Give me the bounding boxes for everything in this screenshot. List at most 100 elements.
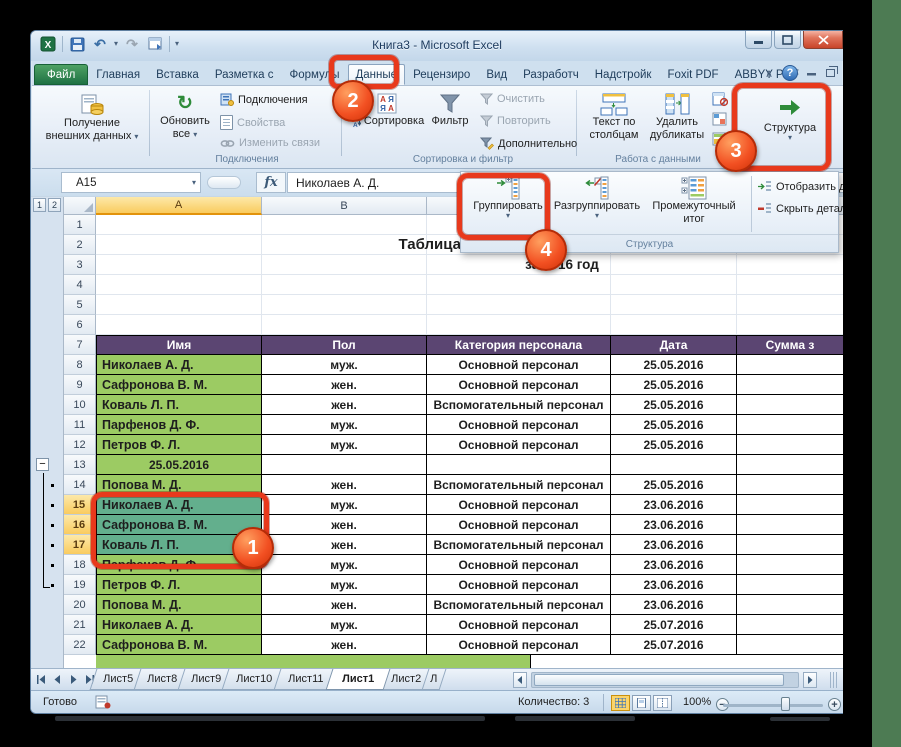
collapse-ribbon-icon[interactable]: ∧ — [765, 67, 773, 80]
cell-D9[interactable]: 25.05.2016 — [611, 375, 737, 395]
cell-B11[interactable]: муж. — [262, 415, 427, 435]
page-break-view-button[interactable] — [653, 695, 672, 711]
row-header-3[interactable]: 3 — [64, 255, 96, 275]
minimize-button[interactable] — [745, 31, 772, 49]
cell-B16[interactable]: жен. — [262, 515, 427, 535]
row-header-9[interactable]: 9 — [64, 375, 96, 395]
cell-C11[interactable]: Основной персонал — [427, 415, 611, 435]
row-header-10[interactable]: 10 — [64, 395, 96, 415]
cell-B15[interactable]: муж. — [262, 495, 427, 515]
cell-E11[interactable] — [737, 415, 843, 435]
table-header-Категория персонала[interactable]: Категория персонала — [427, 335, 611, 355]
row-header-14[interactable]: 14 — [64, 475, 96, 495]
cell-B20[interactable]: жен. — [262, 595, 427, 615]
cell-B22[interactable]: жен. — [262, 635, 427, 655]
column-header-A[interactable]: A — [96, 197, 262, 215]
cell-A11[interactable]: Парфенов Д. Ф. — [96, 415, 262, 435]
cell[interactable] — [427, 275, 611, 295]
row-header-5[interactable]: 5 — [64, 295, 96, 315]
tab-Разметка с[interactable]: Разметка с — [207, 64, 282, 85]
cell-D16[interactable]: 23.06.2016 — [611, 515, 737, 535]
cell-C12[interactable]: Основной персонал — [427, 435, 611, 455]
cell-A21[interactable]: Николаев А. Д. — [96, 615, 262, 635]
row-header-1[interactable]: 1 — [64, 215, 96, 235]
tab-Разработч[interactable]: Разработч — [515, 64, 587, 85]
hide-detail-button[interactable]: Скрыть детали — [757, 202, 843, 215]
insert-function-button[interactable]: fx — [256, 172, 286, 193]
cell[interactable] — [262, 315, 427, 335]
select-all-corner[interactable] — [64, 197, 96, 215]
cell-A12[interactable]: Петров Ф. Л. — [96, 435, 262, 455]
show-detail-button[interactable]: Отобразить дет — [757, 180, 843, 193]
macro-record-icon[interactable] — [95, 695, 111, 712]
cell-B21[interactable]: муж. — [262, 615, 427, 635]
first-sheet-icon[interactable] — [35, 673, 48, 686]
restore-button[interactable] — [774, 31, 801, 49]
hscroll-right-icon[interactable] — [803, 672, 817, 688]
cell-B8[interactable]: муж. — [262, 355, 427, 375]
cell-E9[interactable] — [737, 375, 843, 395]
row-header-11[interactable]: 11 — [64, 415, 96, 435]
cell-C19[interactable]: Основной персонал — [427, 575, 611, 595]
cell-E16[interactable] — [737, 515, 843, 535]
tab-Файл[interactable]: Файл — [34, 64, 88, 85]
table-header-Дата[interactable]: Дата — [611, 335, 737, 355]
cell-C21[interactable]: Основной персонал — [427, 615, 611, 635]
cell-B9[interactable]: жен. — [262, 375, 427, 395]
name-box[interactable]: A15 ▾ — [61, 172, 201, 193]
cell-E13[interactable] — [737, 455, 843, 475]
cell-B10[interactable]: жен. — [262, 395, 427, 415]
cell-A13[interactable]: 25.05.2016 — [96, 455, 262, 475]
cell[interactable] — [427, 295, 611, 315]
cell[interactable] — [737, 255, 843, 275]
cell[interactable] — [96, 295, 262, 315]
cell-E12[interactable] — [737, 435, 843, 455]
refresh-all-button[interactable]: ↻ Обновить все ▾ — [156, 90, 214, 141]
cell[interactable] — [737, 295, 843, 315]
cell[interactable] — [96, 255, 262, 275]
table-header-Имя[interactable]: Имя — [96, 335, 262, 355]
tab-Вид[interactable]: Вид — [478, 64, 515, 85]
row-header-20[interactable]: 20 — [64, 595, 96, 615]
cell-E15[interactable] — [737, 495, 843, 515]
table-header-Пол[interactable]: Пол — [262, 335, 427, 355]
help-icon[interactable]: ? — [782, 65, 798, 81]
cell-C9[interactable]: Основной персонал — [427, 375, 611, 395]
hscroll-left-icon[interactable] — [513, 672, 527, 688]
cell-E19[interactable] — [737, 575, 843, 595]
tab-Главная[interactable]: Главная — [88, 64, 148, 85]
cell-E10[interactable] — [737, 395, 843, 415]
row-header-4[interactable]: 4 — [64, 275, 96, 295]
outline-level1-button[interactable]: 1 — [33, 198, 46, 212]
cell-E22[interactable] — [737, 635, 843, 655]
row-header-13[interactable]: 13 — [64, 455, 96, 475]
cell[interactable] — [96, 275, 262, 295]
cell-C16[interactable]: Основной персонал — [427, 515, 611, 535]
row-header-2[interactable]: 2 — [64, 235, 96, 255]
cell-C20[interactable]: Вспомогательный персонал — [427, 595, 611, 615]
cell-D17[interactable]: 23.06.2016 — [611, 535, 737, 555]
cell-A8[interactable]: Николаев А. Д. — [96, 355, 262, 375]
row-header-6[interactable]: 6 — [64, 315, 96, 335]
advanced-filter-button[interactable]: Дополнительно — [480, 137, 577, 150]
row-header-22[interactable]: 22 — [64, 635, 96, 655]
cell-B13[interactable] — [262, 455, 427, 475]
cell-B18[interactable]: муж. — [262, 555, 427, 575]
cell-B12[interactable]: муж. — [262, 435, 427, 455]
cell-D15[interactable]: 23.06.2016 — [611, 495, 737, 515]
row-header-7[interactable]: 7 — [64, 335, 96, 355]
next-sheet-icon[interactable] — [67, 673, 80, 686]
horizontal-scrollbar[interactable] — [531, 672, 799, 688]
outline-level2-button[interactable]: 2 — [48, 198, 61, 212]
tab-Рецензиро[interactable]: Рецензиро — [405, 64, 478, 85]
cell[interactable] — [611, 315, 737, 335]
cell-A9[interactable]: Сафронова В. М. — [96, 375, 262, 395]
connections-button[interactable]: Подключения — [220, 93, 308, 106]
zoom-in-icon[interactable]: + — [828, 698, 841, 711]
cell-E8[interactable] — [737, 355, 843, 375]
table-header-Сумма з[interactable]: Сумма з — [737, 335, 843, 355]
cell-E18[interactable] — [737, 555, 843, 575]
row-header-8[interactable]: 8 — [64, 355, 96, 375]
cell-D13[interactable] — [611, 455, 737, 475]
workbook-minimize-icon[interactable] — [807, 67, 817, 79]
